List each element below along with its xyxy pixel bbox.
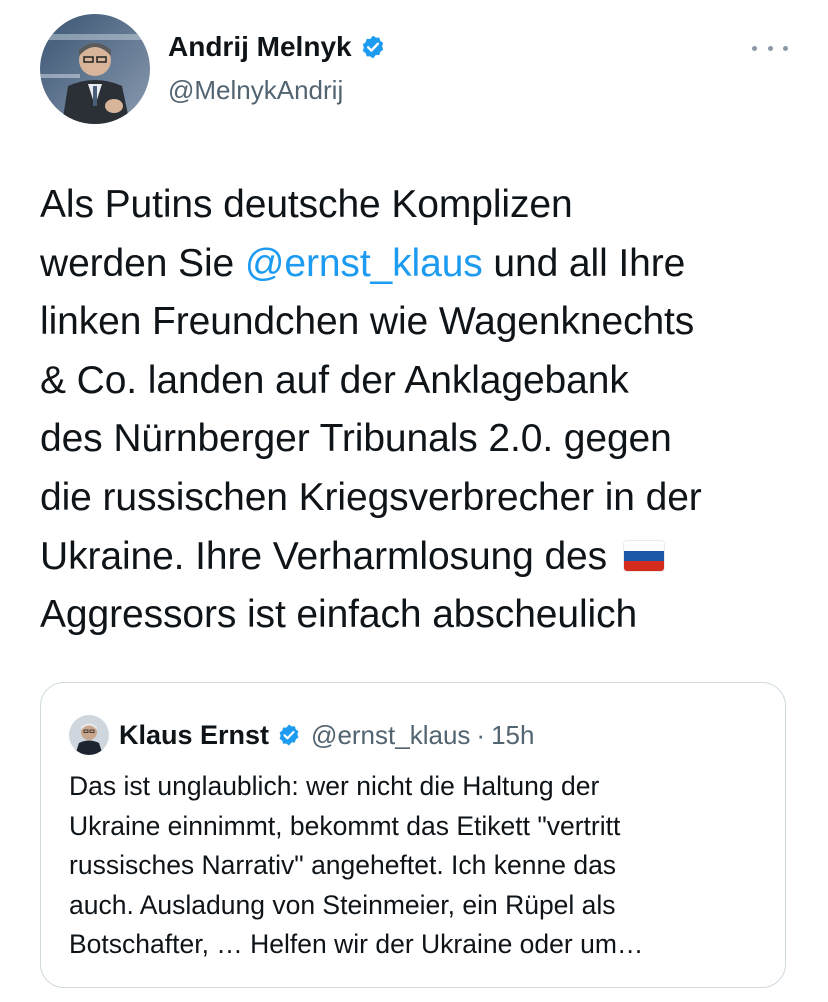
tweet-line: die russischen Kriegsverbrecher in der [40,475,702,519]
verified-badge-icon [279,724,299,746]
tweet-text: Als Putins deutsche Komplizen werden Sie… [40,176,800,645]
author-avatar[interactable] [40,14,150,124]
quoted-tweet-text: Das ist unglaublich: wer nicht die Haltu… [69,767,769,965]
tweet-line: linken Freundchen wie Wagenknechts [40,300,695,344]
author-name[interactable]: Andrij Melnyk [168,30,352,64]
russia-flag-icon [623,540,664,571]
quoted-author-avatar[interactable] [69,715,109,755]
tweet-line: des Nürnberger Tribunals 2.0. gegen [40,417,672,461]
quoted-line: Botschafter, … Helfen wir der Ukraine od… [69,929,644,959]
separator-dot: · [476,719,486,750]
quoted-line: Ukraine einnimmt, bekommt das Etikett "v… [69,810,621,841]
tweet-line-text: Ukraine. Ihre Verharmlosung des [40,534,618,578]
tweet-line: Ukraine. Ihre Verharmlosung des [40,528,800,587]
quoted-author-name[interactable]: Klaus Ernst [119,720,269,751]
quoted-author-handle[interactable]: @ernst_klaus [311,720,470,751]
author-name-row: Andrij Melnyk [168,30,386,64]
quoted-line: Das ist unglaublich: wer nicht die Haltu… [69,771,600,801]
tweet-line-text: und all Ihre [482,241,686,285]
verified-badge-icon [362,35,383,59]
quoted-tweet-header: Klaus Ernst @ernst_klaus · 15h [69,715,534,755]
quoted-line: auch. Ausladung von Steinmeier, ein Rüpe… [69,889,616,920]
quoted-tweet-card[interactable]: Klaus Ernst @ernst_klaus · 15h Das ist u… [40,682,786,988]
tweet-line-text: werden Sie [40,241,245,285]
tweet-line: Aggressors ist einfach abscheulich [40,593,638,637]
quoted-line: russisches Narrativ" angeheftet. Ich ken… [69,850,617,880]
more-options-icon[interactable] [752,34,788,62]
quoted-timestamp[interactable]: 15h [491,720,534,751]
mention-link[interactable]: @ernst_klaus [245,242,483,285]
tweet-line: werden Sie @ernst_klaus und all Ihre [40,235,800,294]
author-handle[interactable]: @MelnykAndrij [168,74,343,106]
tweet-line: Als Putins deutsche Komplizen [40,183,573,226]
tweet-line: & Co. landen auf der Anklagebank [40,358,629,402]
